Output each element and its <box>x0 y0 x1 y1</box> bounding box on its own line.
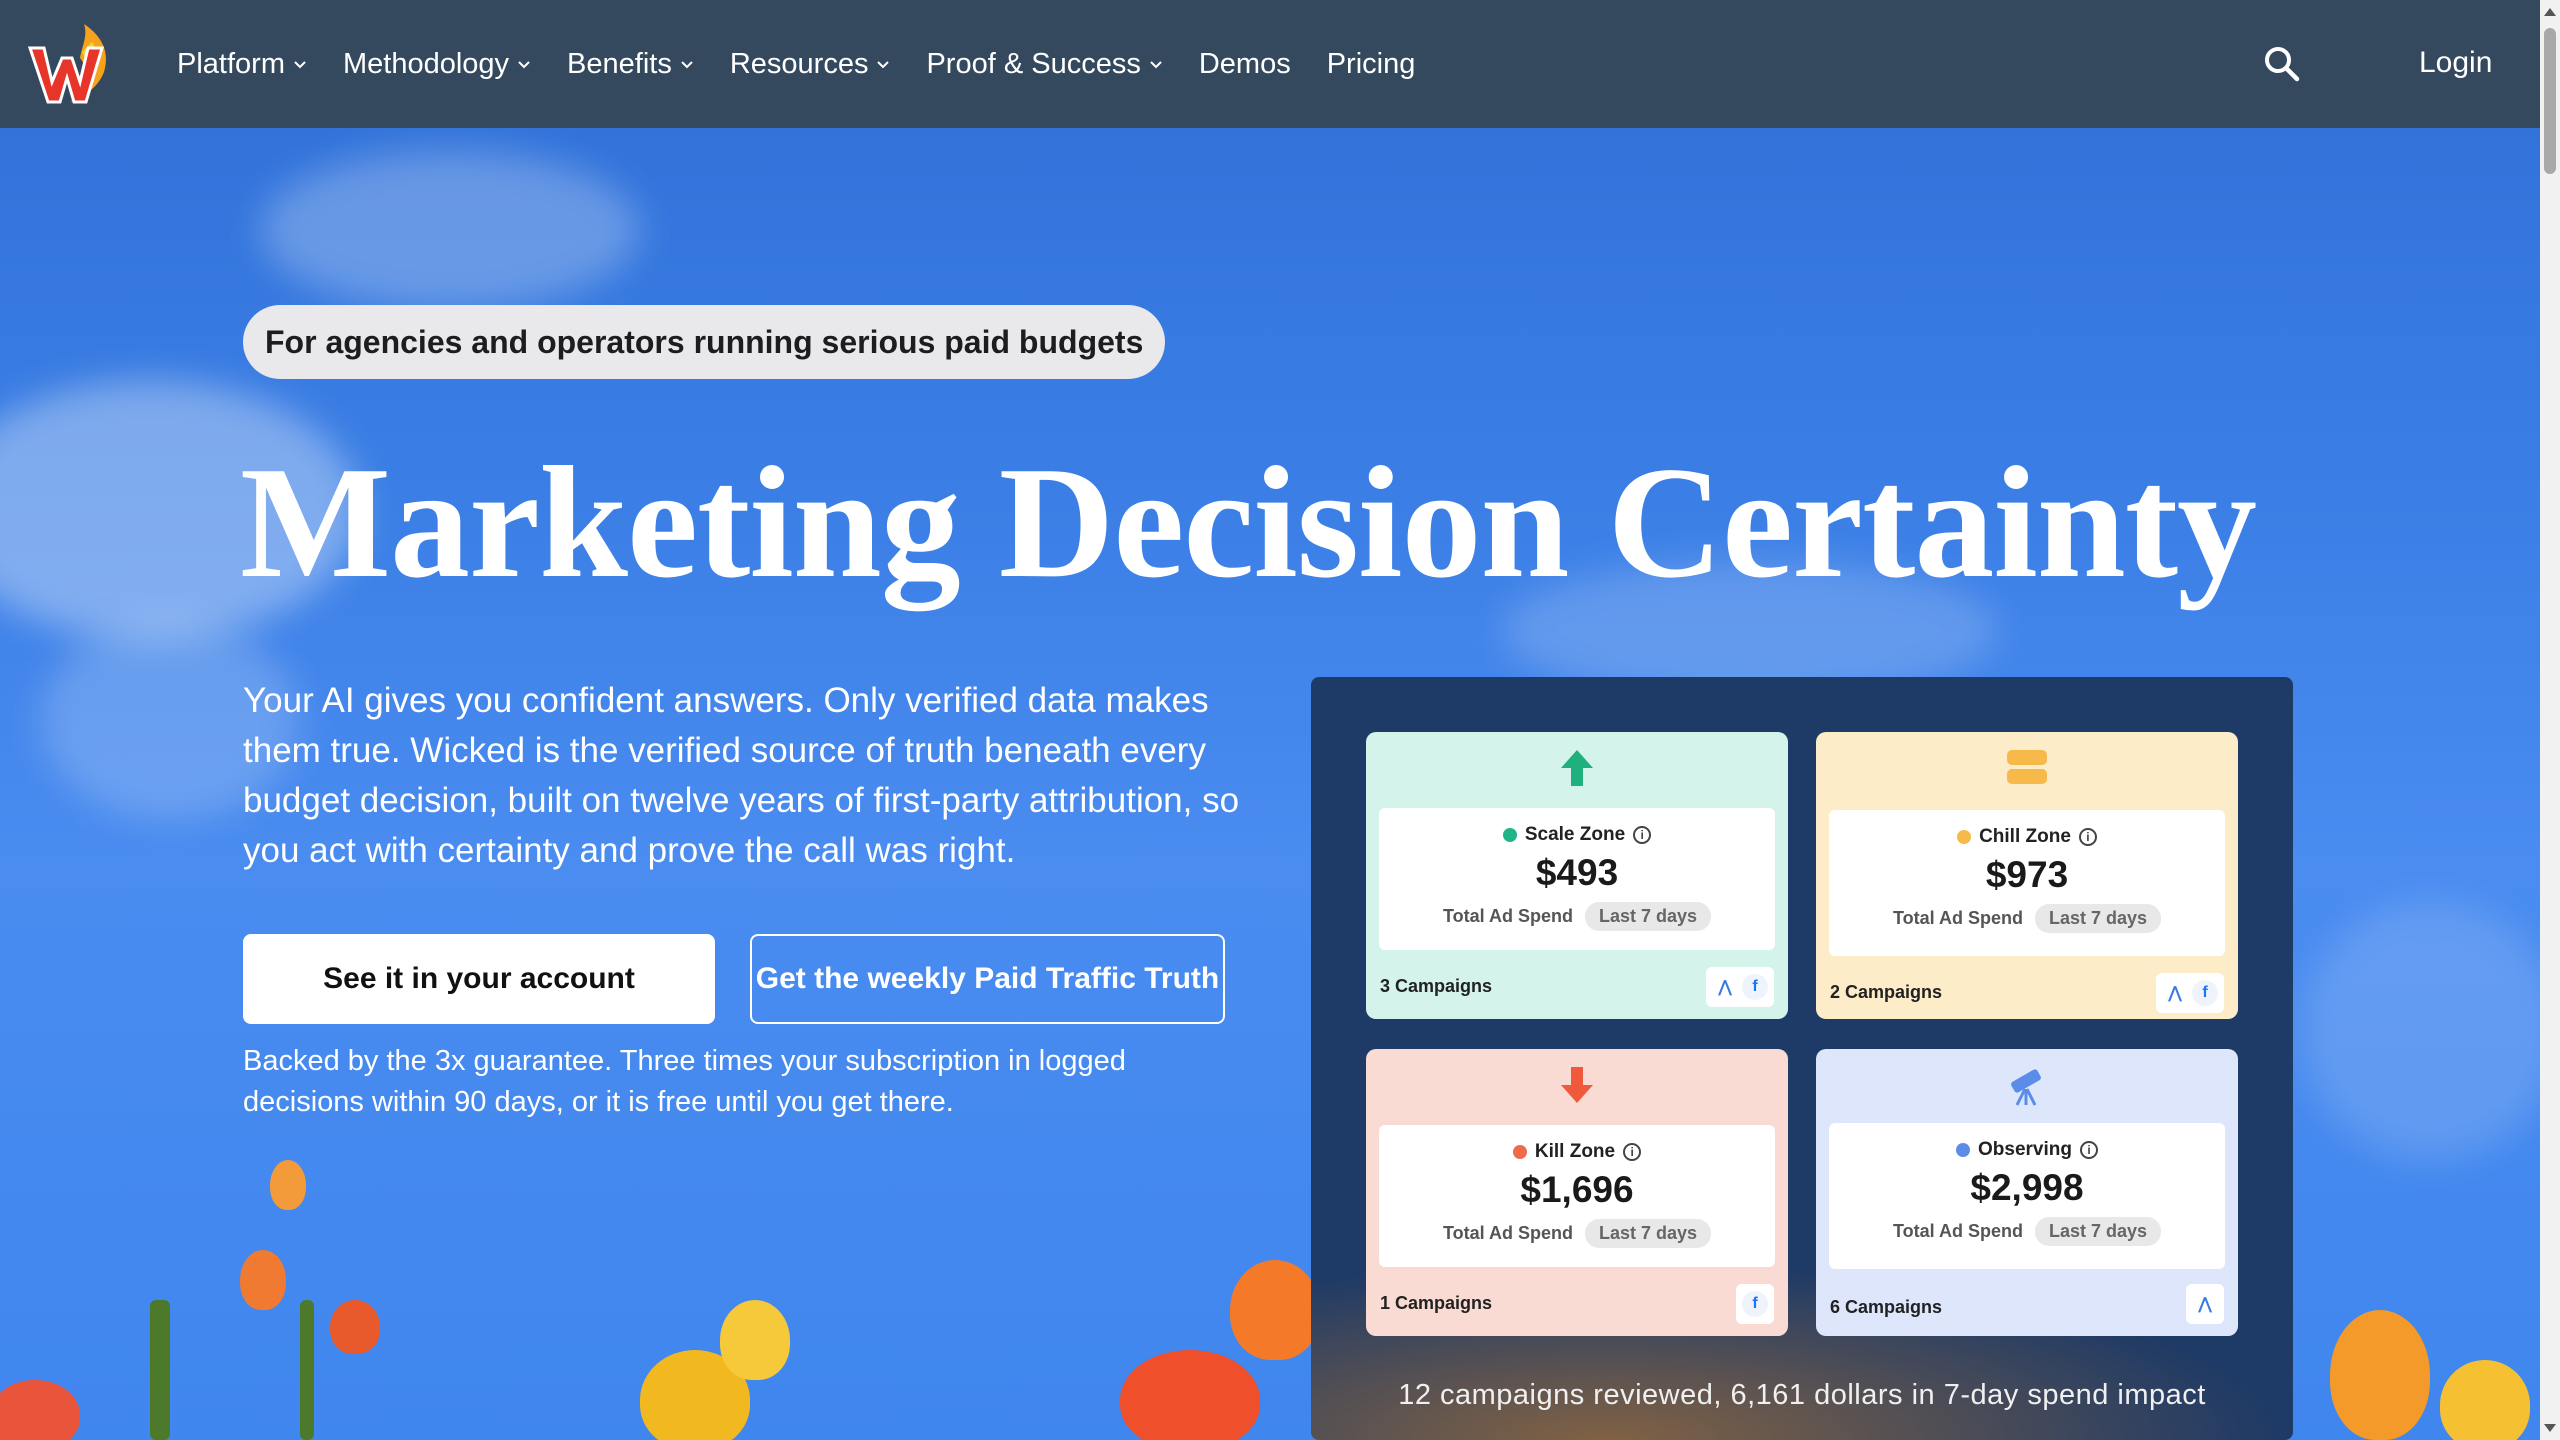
kill-zone-card: Kill Zone i $1,696 Total Ad Spend Last 7… <box>1366 1049 1788 1336</box>
nav-methodology-label: Methodology <box>342 47 510 80</box>
weekly-paid-traffic-button[interactable]: Get the weekly Paid Traffic Truth <box>750 934 1225 1024</box>
nav-menu: Platform Methodology Benefits Resources … <box>177 0 1415 128</box>
status-dot <box>1502 828 1517 842</box>
facebook-icon: f <box>1742 974 1768 1000</box>
ad-spend-amount: $2,998 <box>1970 1167 2084 1208</box>
platform-icons: ⋀ f <box>2156 973 2224 1013</box>
pause-icon <box>2007 750 2047 784</box>
info-icon[interactable]: i <box>2079 1141 2098 1159</box>
nav-resources[interactable]: Resources <box>730 48 891 81</box>
audience-badge: For agencies and operators running serio… <box>243 305 1166 379</box>
period-badge: Last 7 days <box>2034 904 2162 933</box>
chevron-down-icon <box>294 61 306 69</box>
campaign-count: 1 Campaigns <box>1380 1293 1493 1313</box>
observing-card: Observing i $2,998 Total Ad Spend Last 7… <box>1816 1049 2238 1336</box>
nav-benefits-label: Benefits <box>567 47 672 80</box>
top-nav: Platform Methodology Benefits Resources … <box>0 0 2540 128</box>
info-icon[interactable]: i <box>1633 826 1652 844</box>
login-link[interactable]: Login <box>2419 46 2492 80</box>
nav-pricing[interactable]: Pricing <box>1327 48 1416 81</box>
spend-label: Total Ad Spend <box>1442 1223 1573 1243</box>
ad-spend-amount: $1,696 <box>1520 1169 1634 1210</box>
scroll-down-arrow-icon[interactable] <box>2544 1424 2556 1432</box>
dashboard-preview: Scale Zone i $493 Total Ad Spend Last 7 … <box>1311 677 2293 1440</box>
scroll-thumb[interactable] <box>2544 28 2556 174</box>
page-scrollbar[interactable] <box>2540 0 2560 1440</box>
wicked-logo-icon[interactable] <box>24 18 118 110</box>
platform-icons: f <box>1736 1284 1774 1324</box>
google-ads-icon: ⋀ <box>2198 1296 2212 1313</box>
nav-pricing-label: Pricing <box>1326 47 1416 80</box>
ad-spend-amount: $493 <box>1535 852 1619 893</box>
nav-platform-label: Platform <box>177 47 285 80</box>
zone-name: Kill Zone <box>1534 1141 1616 1162</box>
arrow-up-icon <box>1561 750 1593 786</box>
nav-resources-label: Resources <box>729 47 869 80</box>
telescope-icon <box>2011 1069 2041 1106</box>
scale-zone-card: Scale Zone i $493 Total Ad Spend Last 7 … <box>1366 732 1788 1019</box>
search-icon[interactable] <box>2262 44 2302 84</box>
info-icon[interactable]: i <box>1623 1143 1642 1161</box>
google-ads-icon: ⋀ <box>2168 985 2182 1002</box>
spend-label: Total Ad Spend <box>1892 1221 2023 1241</box>
nav-demos[interactable]: Demos <box>1199 48 1291 81</box>
facebook-icon: f <box>2192 980 2218 1006</box>
scroll-up-arrow-icon[interactable] <box>2544 8 2556 16</box>
zone-summary: Scale Zone i $493 Total Ad Spend Last 7 … <box>1379 808 1775 950</box>
see-in-account-button[interactable]: See it in your account <box>243 934 715 1024</box>
zone-summary: Chill Zone i $973 Total Ad Spend Last 7 … <box>1829 810 2225 956</box>
nav-methodology[interactable]: Methodology <box>343 48 531 81</box>
hero-description: Your AI gives you confident answers. Onl… <box>243 681 1240 870</box>
ad-spend-amount: $973 <box>1985 854 2069 895</box>
period-badge: Last 7 days <box>1584 1219 1712 1248</box>
campaign-count: 6 Campaigns <box>1830 1297 1943 1317</box>
nav-proof-success[interactable]: Proof & Success <box>926 48 1162 81</box>
nav-proof-success-label: Proof & Success <box>926 47 1141 80</box>
zone-name: Observing <box>1978 1139 2072 1160</box>
chevron-down-icon <box>877 61 890 69</box>
chill-zone-card: Chill Zone i $973 Total Ad Spend Last 7 … <box>1816 732 2238 1019</box>
chevron-down-icon <box>518 61 530 69</box>
zone-name: Scale Zone <box>1524 824 1626 845</box>
nav-platform[interactable]: Platform <box>177 48 307 81</box>
status-dot <box>1957 830 1972 844</box>
dashboard-summary-text: 12 campaigns reviewed, 6,161 dollars in … <box>1398 1379 2206 1411</box>
google-ads-icon: ⋀ <box>1718 979 1732 996</box>
campaign-count: 2 Campaigns <box>1830 982 1943 1002</box>
zone-summary: Kill Zone i $1,696 Total Ad Spend Last 7… <box>1379 1125 1775 1267</box>
period-badge: Last 7 days <box>1584 902 1712 931</box>
status-dot <box>1512 1145 1527 1159</box>
status-dot <box>1956 1143 1970 1157</box>
arrow-down-icon <box>1561 1067 1593 1103</box>
chevron-down-icon <box>681 61 693 69</box>
facebook-icon: f <box>1742 1291 1768 1317</box>
campaign-count: 3 Campaigns <box>1380 976 1493 996</box>
nav-benefits[interactable]: Benefits <box>567 48 694 81</box>
info-icon[interactable]: i <box>2078 828 2097 846</box>
chevron-down-icon <box>1150 61 1162 69</box>
platform-icons: ⋀ f <box>1706 967 1774 1007</box>
guarantee-text: Backed by the 3x guarantee. Three times … <box>243 1045 1126 1118</box>
period-badge: Last 7 days <box>2034 1217 2162 1246</box>
zone-name: Chill Zone <box>1979 826 2071 847</box>
platform-icons: ⋀ <box>2186 1284 2224 1324</box>
nav-demos-label: Demos <box>1198 47 1291 80</box>
spend-label: Total Ad Spend <box>1892 908 2023 928</box>
hero-title: Marketing Decision Certainty <box>240 433 2257 611</box>
spend-label: Total Ad Spend <box>1442 906 1573 926</box>
zone-summary: Observing i $2,998 Total Ad Spend Last 7… <box>1829 1123 2225 1269</box>
